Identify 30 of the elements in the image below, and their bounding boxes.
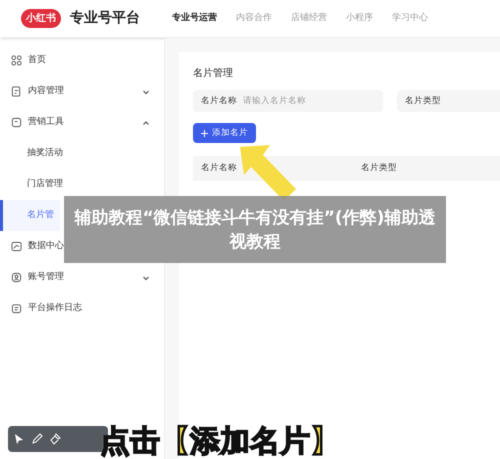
sidebar-item[interactable]: 首页 [11, 54, 46, 68]
filter-field[interactable]: 名片类型 [397, 90, 500, 112]
column-header: 名片名称 [200, 162, 238, 175]
nav-tab[interactable]: 专业号运营 [172, 12, 217, 26]
grid-icon [11, 55, 22, 66]
column-header: 名片类型 [360, 162, 398, 175]
logo: 小红书 [21, 9, 61, 28]
brush-icon[interactable] [49, 433, 61, 445]
sidebar-subitem[interactable]: 门店管理 [0, 169, 63, 200]
pencil-icon[interactable] [31, 433, 43, 445]
name-input[interactable]: 请输入名片名称 [243, 94, 343, 108]
sidebar-item[interactable]: 平台操作日志 [11, 302, 82, 316]
sidebar-item[interactable]: 内容管理 [11, 84, 64, 98]
sidebar-item[interactable]: 账号管理 [11, 270, 64, 284]
cursor-icon[interactable] [13, 433, 25, 445]
platform-title: 专业号平台 [70, 9, 140, 28]
add-card-button[interactable]: 添加名片 [193, 123, 256, 143]
user-icon [11, 272, 22, 283]
plus-icon [201, 130, 208, 136]
sidebar-subitem[interactable]: 名片管 [0, 200, 60, 231]
sidebar-item[interactable]: 数据中心 [11, 240, 64, 254]
filter-field[interactable]: 名片名称 请输入名片名称 [193, 90, 383, 112]
sidebar-item[interactable]: 营销工具 [11, 116, 64, 130]
page-title: 名片管理 [193, 66, 234, 81]
sidebar-subitem[interactable]: 抽奖活动 [0, 138, 63, 169]
log-icon [11, 303, 22, 314]
tag-icon [11, 117, 22, 128]
title-banner: 辅助教程“微信链接斗牛有没有挂”(作弊)辅助透视教程 [64, 196, 446, 263]
chart-icon [11, 241, 22, 252]
document-icon [11, 86, 22, 97]
